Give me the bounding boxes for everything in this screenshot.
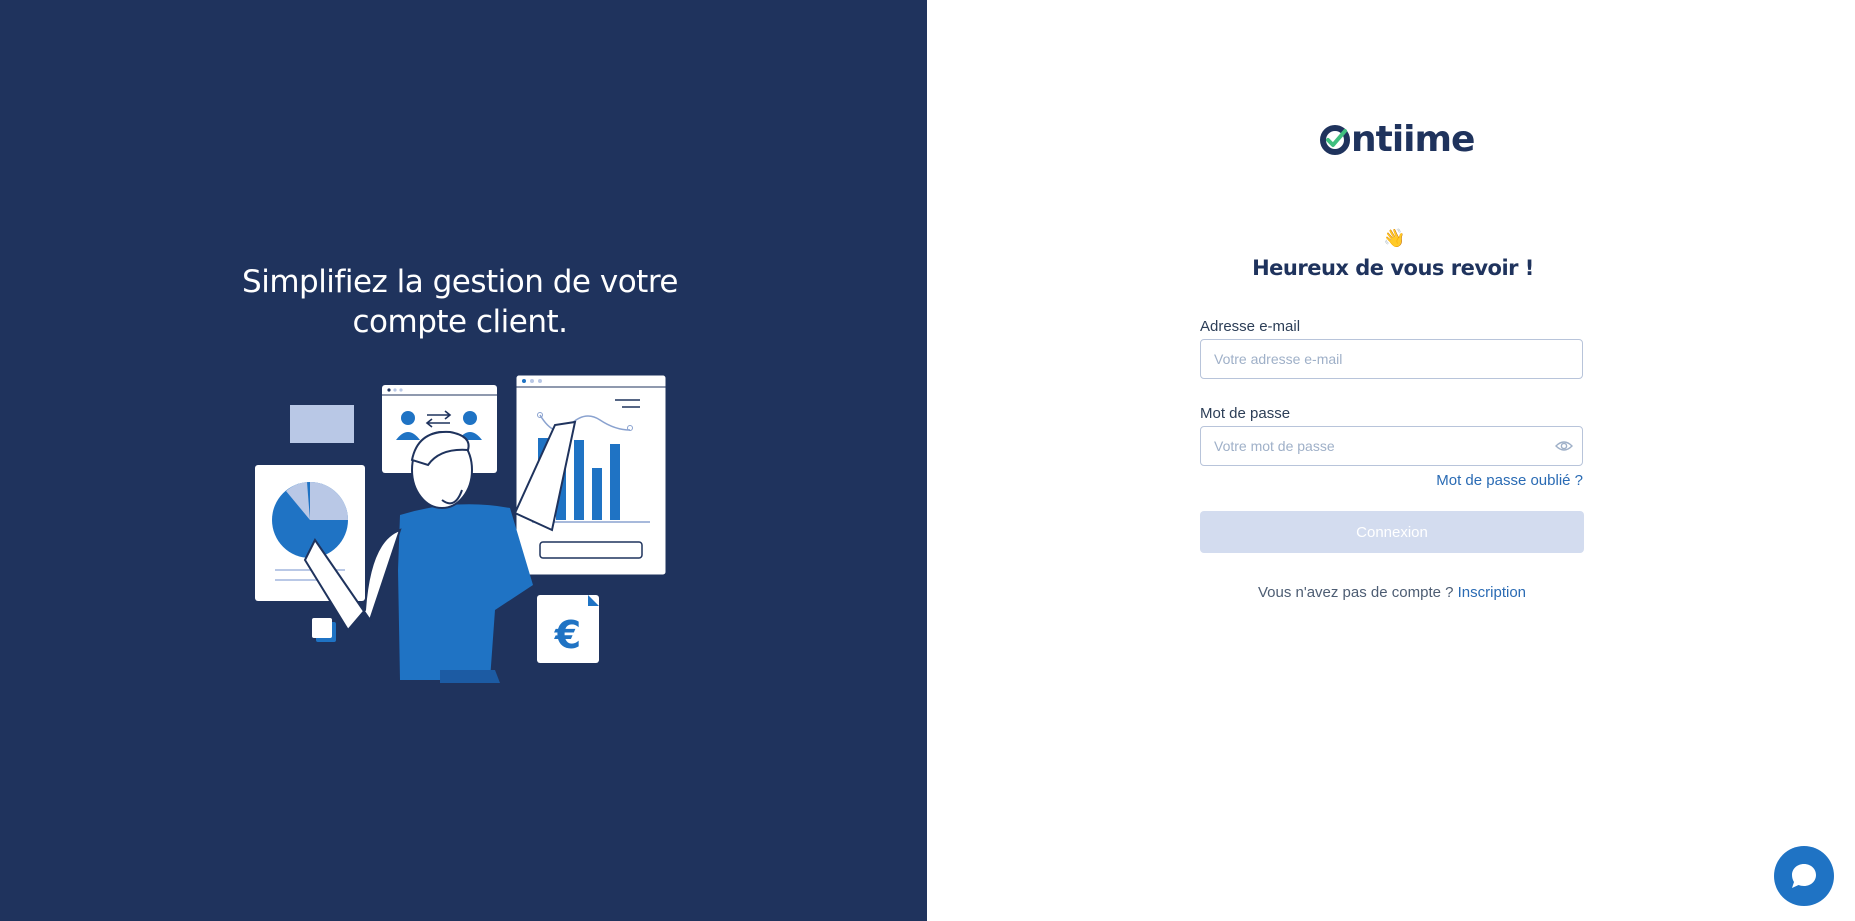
hero-illustration: € [255,374,667,683]
email-field-wrapper [1200,339,1583,379]
hero-tagline: Simplifiez la gestion de votre compte cl… [242,264,678,340]
left-hero-panel: Simplifiez la gestion de votre compte cl… [0,0,927,921]
ontiime-logo: ntiime [1318,118,1475,162]
signup-prompt: Vous n'avez pas de compte ? Inscription [1192,584,1592,601]
password-field-wrapper [1200,426,1583,466]
forgot-password-link[interactable]: Mot de passe oublié ? [1383,472,1583,489]
logo-text: ntiime [1351,119,1475,160]
email-input[interactable] [1201,340,1582,378]
signup-text: Vous n'avez pas de compte ? [1257,584,1454,601]
signup-link[interactable]: Inscription [1458,584,1526,601]
password-label: Mot de passe [1200,405,1291,422]
password-input[interactable] [1201,427,1582,465]
waving-hand-icon: 👋 [1383,228,1406,248]
svg-text:€: € [554,613,581,657]
welcome-title: Heureux de vous revoir ! [1252,256,1534,280]
email-label: Adresse e-mail [1200,318,1301,335]
chat-bubble-icon [1792,864,1816,888]
chat-widget-button[interactable] [1774,846,1834,906]
eye-icon[interactable] [1555,439,1573,453]
logo-mark-icon [1320,125,1350,155]
login-button[interactable]: Connexion [1200,511,1584,553]
